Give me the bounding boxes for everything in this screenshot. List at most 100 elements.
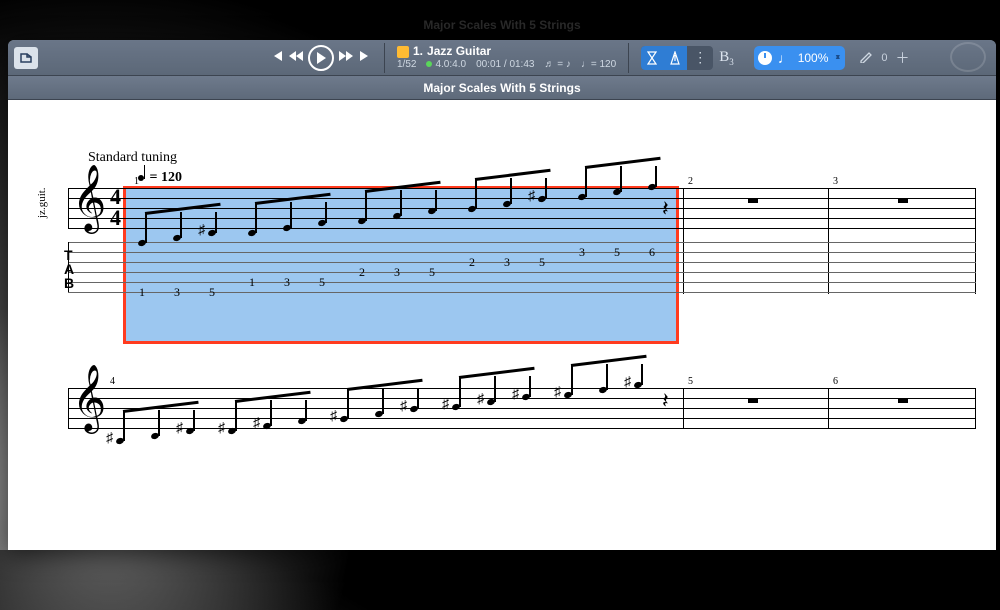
time-total: 01:43 bbox=[509, 59, 534, 70]
tab-clef: T A B bbox=[64, 248, 74, 290]
fret-number: 5 bbox=[428, 265, 436, 280]
note-stem bbox=[365, 190, 367, 221]
track-name: Jazz Guitar bbox=[427, 45, 491, 58]
note-stem bbox=[158, 410, 160, 436]
sharp-accidental: ♯ bbox=[253, 416, 260, 432]
sharp-accidental: ♯ bbox=[477, 392, 484, 408]
note-stem bbox=[655, 166, 657, 187]
note-stem bbox=[606, 364, 608, 390]
grid-value: 4.0:4.0 bbox=[435, 59, 466, 70]
skip-start-button[interactable] bbox=[270, 49, 284, 66]
zoom-value: 100% bbox=[798, 51, 829, 65]
score-viewport[interactable]: Standard tuning = 120 jz.guit. 𝄞 44 1 2 … bbox=[8, 100, 996, 550]
fret-number: 5 bbox=[613, 245, 621, 260]
treble-clef-icon: 𝄞 bbox=[72, 178, 106, 219]
system-1: jz.guit. 𝄞 44 1 2 3 ♯♯ bbox=[58, 188, 986, 348]
app-logo-ghost bbox=[950, 42, 986, 72]
note-stem bbox=[510, 178, 512, 204]
whole-rest bbox=[748, 398, 758, 403]
note-stem bbox=[193, 410, 195, 431]
sharp-accidental: ♯ bbox=[198, 223, 205, 239]
sharp-accidental: ♯ bbox=[218, 421, 225, 437]
tempo-marking: = 120 bbox=[138, 170, 986, 186]
tab-staff-1: T A B 135135235235356 bbox=[68, 242, 976, 292]
note-stem bbox=[145, 212, 147, 243]
status-dot-icon bbox=[426, 61, 432, 67]
eighth-rest: 𝄽 bbox=[662, 196, 669, 222]
whole-rest bbox=[898, 398, 908, 403]
treble-clef-icon: 𝄞 bbox=[72, 378, 106, 419]
note-stem bbox=[620, 166, 622, 192]
fret-number: 3 bbox=[578, 245, 586, 260]
sharp-accidental: ♯ bbox=[400, 399, 407, 415]
pen-count: 0 bbox=[881, 52, 887, 64]
fast-forward-button[interactable] bbox=[338, 49, 354, 66]
fret-number: 6 bbox=[648, 245, 656, 260]
hourglass-icon bbox=[647, 51, 657, 65]
export-button[interactable] bbox=[14, 47, 38, 69]
system-2: 𝄞 4 5 6 ♯♯♯♯♯♯♯♯♯♯♯ 𝄽 bbox=[58, 388, 986, 498]
beam bbox=[347, 379, 423, 391]
note-stem bbox=[235, 400, 237, 431]
track-info[interactable]: 1. Jazz Guitar 1/52 4.0:4.0 00:01 / 01:4… bbox=[397, 45, 616, 69]
fret-number: 1 bbox=[248, 275, 256, 290]
note-stem bbox=[123, 410, 125, 441]
skip-end-button[interactable] bbox=[358, 49, 372, 66]
view-mode-hourglass[interactable] bbox=[641, 46, 663, 70]
bar-number: 6 bbox=[833, 376, 838, 387]
sharp-accidental: ♯ bbox=[330, 409, 337, 425]
fret-number: 3 bbox=[283, 275, 291, 290]
view-mode-segmented: ⋮ bbox=[641, 46, 713, 70]
sharp-accidental: ♯ bbox=[528, 189, 535, 205]
note-stem bbox=[290, 202, 292, 228]
export-icon bbox=[19, 52, 33, 64]
note-stem bbox=[585, 166, 587, 197]
whole-rest bbox=[898, 198, 908, 203]
fret-number: 5 bbox=[208, 285, 216, 300]
pen-icon bbox=[859, 49, 873, 63]
note-stem bbox=[325, 202, 327, 223]
fret-number: 3 bbox=[173, 285, 181, 300]
rewind-button[interactable] bbox=[288, 49, 304, 66]
fret-number: 1 bbox=[138, 285, 146, 300]
fret-number: 2 bbox=[468, 255, 476, 270]
note-stem bbox=[545, 178, 547, 199]
fret-number: 3 bbox=[503, 255, 511, 270]
play-button[interactable] bbox=[308, 45, 334, 71]
fret-number: 2 bbox=[358, 265, 366, 280]
fret-number: 3 bbox=[393, 265, 401, 280]
bars-counter: 1/52 bbox=[397, 59, 416, 70]
tempo-info: ♩= 120 bbox=[581, 59, 616, 70]
toolbar: 1. Jazz Guitar 1/52 4.0:4.0 00:01 / 01:4… bbox=[8, 40, 996, 76]
bar-number: 4 bbox=[110, 376, 115, 387]
zoom-control[interactable]: ♩ 100% ▲▼ bbox=[754, 46, 846, 70]
track-number: 1. bbox=[413, 45, 423, 58]
note-stem bbox=[641, 364, 643, 385]
notation-staff-2: 𝄞 4 5 6 ♯♯♯♯♯♯♯♯♯♯♯ 𝄽 bbox=[68, 388, 976, 428]
add-button[interactable]: ＋ bbox=[895, 48, 909, 68]
note-stem bbox=[400, 190, 402, 216]
note-stem bbox=[417, 388, 419, 409]
time-elapsed: 00:01 bbox=[476, 59, 501, 70]
notation-staff-1: 𝄞 44 1 2 3 ♯♯ 𝄽 bbox=[68, 188, 976, 228]
note-stem bbox=[459, 376, 461, 407]
view-mode-metronome[interactable] bbox=[663, 46, 687, 70]
note-stem bbox=[435, 190, 437, 211]
sharp-accidental: ♯ bbox=[554, 385, 561, 401]
note-stem bbox=[255, 202, 257, 233]
bar-number: 2 bbox=[688, 176, 693, 187]
note-stem bbox=[382, 388, 384, 414]
sharp-accidental: ♯ bbox=[176, 421, 183, 437]
transport-controls bbox=[270, 45, 372, 71]
eighth-rest: 𝄽 bbox=[662, 388, 669, 414]
pen-tool-button[interactable] bbox=[859, 49, 873, 66]
note-stem bbox=[270, 400, 272, 426]
view-mode-more[interactable]: ⋮ bbox=[687, 46, 713, 70]
instrument-label: jz.guit. bbox=[36, 187, 48, 218]
note-stem bbox=[215, 212, 217, 233]
window-title: Major Scales With 5 Strings bbox=[8, 18, 996, 32]
note-stem bbox=[494, 376, 496, 402]
bar-number: 3 bbox=[833, 176, 838, 187]
app-window: 1. Jazz Guitar 1/52 4.0:4.0 00:01 / 01:4… bbox=[8, 40, 996, 550]
beam bbox=[571, 355, 647, 367]
